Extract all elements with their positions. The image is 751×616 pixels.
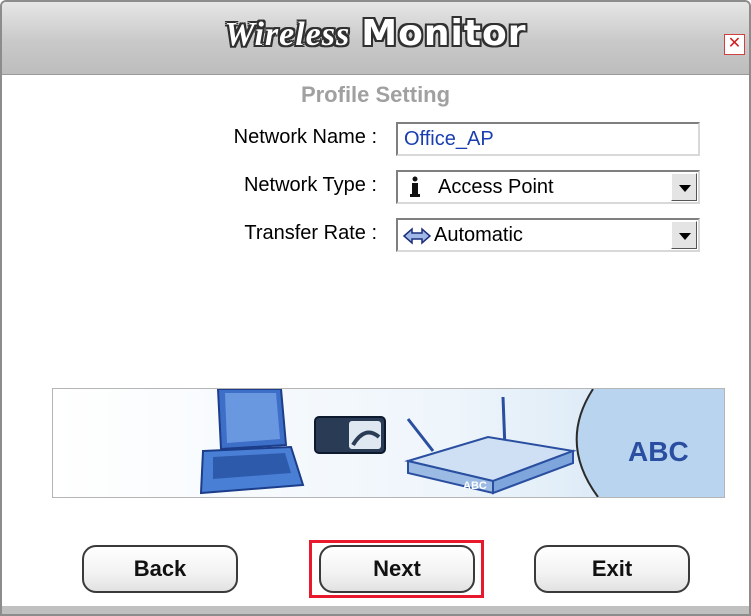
app-title: Wireless Monitor (2, 12, 749, 54)
network-name-row: Network Name : Office_AP (2, 122, 749, 156)
close-icon[interactable]: ✕ (724, 34, 745, 55)
page-subtitle: Profile Setting (300, 82, 451, 107)
transfer-rate-label: Transfer Rate : (244, 222, 377, 244)
next-button[interactable]: Next (319, 545, 475, 593)
banner-abc-text: ABC (628, 436, 689, 467)
wireless-card-icon (314, 416, 386, 454)
back-button[interactable]: Back (82, 545, 238, 593)
network-type-label: Network Type : (243, 174, 377, 196)
transfer-rate-select[interactable]: Automatic (396, 218, 700, 252)
exit-button[interactable]: Exit (534, 545, 690, 593)
laptop-icon (199, 389, 305, 495)
title-bar: Wireless Monitor ✕ (2, 2, 749, 75)
illustration-graphic: ABC ABC (199, 389, 724, 497)
transfer-rate-dropdown-button[interactable] (671, 221, 697, 249)
network-type-select[interactable]: Access Point (396, 170, 700, 204)
access-point-icon (406, 176, 424, 204)
network-type-dropdown-button[interactable] (671, 173, 697, 201)
network-name-value: Office_AP (404, 128, 494, 150)
title-monitor: Monitor (361, 13, 527, 54)
transfer-rate-value: Automatic (434, 224, 523, 246)
window-bottom-border (2, 606, 749, 614)
network-name-label: Network Name : (233, 126, 377, 148)
double-arrow-icon (402, 226, 432, 252)
title-wireless: Wireless (224, 16, 351, 53)
wizard-window: Wireless Monitor ✕ Profile Setting Netwo… (0, 0, 751, 616)
network-illustration: ABC ABC (52, 388, 725, 498)
router-label: ABC (463, 480, 487, 492)
network-type-row: Network Type : Access Point (2, 170, 749, 204)
transfer-rate-row: Transfer Rate : Automatic (2, 218, 749, 252)
network-name-input[interactable]: Office_AP (396, 122, 700, 156)
router-icon: ABC (404, 396, 577, 495)
network-type-value: Access Point (438, 176, 554, 198)
